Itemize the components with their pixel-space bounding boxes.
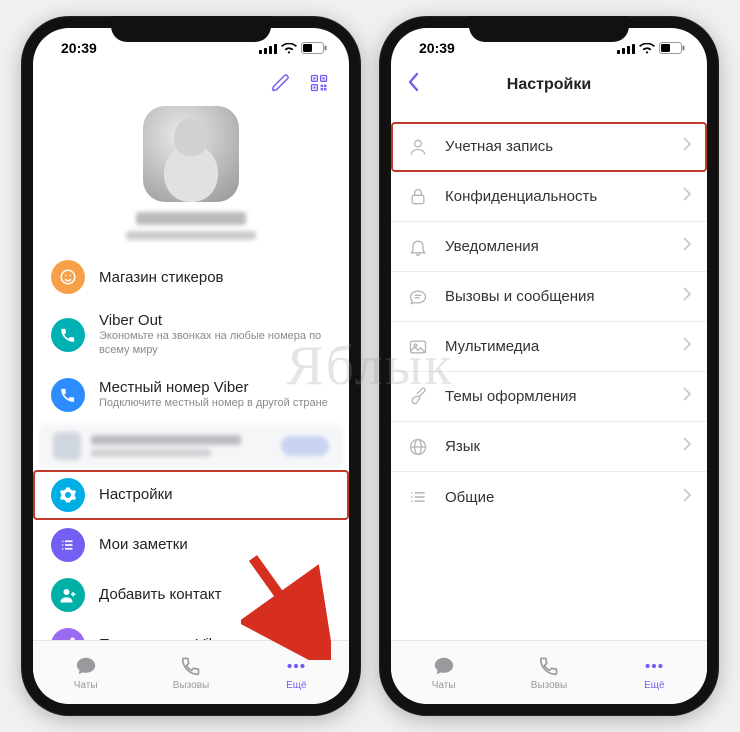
tab-label: Чаты	[432, 680, 456, 691]
share-icon	[51, 628, 85, 641]
tab-label: Вызовы	[173, 680, 209, 691]
settings-label: Темы оформления	[445, 388, 667, 405]
person-icon	[407, 137, 429, 157]
list-icon	[51, 528, 85, 562]
lock-icon	[407, 187, 429, 207]
menu-item-invite[interactable]: Пригласить в Viber	[33, 620, 349, 641]
menu-label: Пригласить в Viber	[99, 636, 331, 640]
menu-label: Магазин стикеров	[99, 269, 331, 286]
menu-label: Местный номер Viber	[99, 379, 331, 396]
tab-chats[interactable]: Чаты	[391, 641, 496, 704]
phone-local-icon	[51, 378, 85, 412]
image-icon	[407, 337, 429, 357]
settings-label: Мультимедиа	[445, 338, 667, 355]
list-icon	[407, 487, 429, 507]
tab-label: Ещё	[644, 680, 664, 691]
notch	[469, 16, 629, 42]
menu-label: Настройки	[99, 486, 331, 503]
chevron-right-icon	[683, 488, 691, 507]
gear-icon	[51, 478, 85, 512]
tab-label: Чаты	[74, 680, 98, 691]
chevron-right-icon	[683, 387, 691, 406]
profile-phone-blurred	[126, 231, 256, 240]
wifi-icon	[281, 43, 297, 54]
status-time: 20:39	[419, 40, 455, 56]
cellular-icon	[617, 43, 635, 54]
topbar-right: Настройки	[391, 68, 707, 104]
screen-right: 20:39 Настройки	[391, 28, 707, 704]
add-contact-icon	[51, 578, 85, 612]
topbar-left	[33, 68, 349, 104]
battery-icon	[301, 42, 327, 54]
settings-item-general[interactable]: Общие	[391, 472, 707, 522]
chevron-right-icon	[683, 337, 691, 356]
settings-item-notifications[interactable]: Уведомления	[391, 222, 707, 272]
menu-subtitle: Экономьте на звонках на любые номера по …	[99, 330, 331, 358]
settings-list: Учетная запись Конфиденциальность	[391, 122, 707, 522]
settings-label: Уведомления	[445, 238, 667, 255]
settings-label: Вызовы и сообщения	[445, 288, 667, 305]
tab-more[interactable]: Ещё	[244, 641, 349, 704]
battery-icon	[659, 42, 685, 54]
bottom-bar: Чаты Вызовы Ещё	[33, 640, 349, 704]
edit-icon[interactable]	[271, 73, 291, 98]
chevron-right-icon	[683, 237, 691, 256]
settings-label: Общие	[445, 489, 667, 506]
tab-more[interactable]: Ещё	[602, 641, 707, 704]
menu-subtitle: Подключите местный номер в другой стране	[99, 397, 331, 411]
ad-banner-blurred	[39, 424, 343, 468]
settings-item-account[interactable]: Учетная запись	[391, 122, 707, 172]
chat-icon	[407, 287, 429, 307]
status-time: 20:39	[61, 40, 97, 56]
menu-item-addcontact[interactable]: Добавить контакт	[33, 570, 349, 620]
chevron-right-icon	[683, 437, 691, 456]
phone-out-icon	[51, 318, 85, 352]
chevron-right-icon	[683, 187, 691, 206]
settings-label: Язык	[445, 438, 667, 455]
settings-item-media[interactable]: Мультимедиа	[391, 322, 707, 372]
menu-label: Мои заметки	[99, 536, 331, 553]
wifi-icon	[639, 43, 655, 54]
qr-icon[interactable]	[309, 73, 329, 98]
menu-item-stickers[interactable]: Магазин стикеров	[33, 252, 349, 302]
bell-icon	[407, 237, 429, 257]
menu-label: Добавить контакт	[99, 586, 331, 603]
cellular-icon	[259, 43, 277, 54]
tab-label: Вызовы	[531, 680, 567, 691]
back-button[interactable]	[407, 72, 421, 98]
notch	[111, 16, 271, 42]
settings-item-language[interactable]: Язык	[391, 422, 707, 472]
screen-left: 20:39	[33, 28, 349, 704]
menu-item-notes[interactable]: Мои заметки	[33, 520, 349, 570]
more-menu-list: Магазин стикеров Viber Out Экономьте на …	[33, 252, 349, 640]
menu-label: Viber Out	[99, 312, 331, 329]
chevron-right-icon	[683, 137, 691, 156]
status-right	[259, 42, 327, 54]
menu-item-viberout[interactable]: Viber Out Экономьте на звонках на любые …	[33, 302, 349, 368]
profile-block	[33, 104, 349, 252]
tab-calls[interactable]: Вызовы	[496, 641, 601, 704]
page-title: Настройки	[507, 76, 591, 94]
phone-left: 20:39	[21, 16, 361, 716]
tab-calls[interactable]: Вызовы	[138, 641, 243, 704]
bottom-bar: Чаты Вызовы Ещё	[391, 640, 707, 704]
brush-icon	[407, 387, 429, 407]
settings-item-calls[interactable]: Вызовы и сообщения	[391, 272, 707, 322]
settings-item-privacy[interactable]: Конфиденциальность	[391, 172, 707, 222]
settings-item-themes[interactable]: Темы оформления	[391, 372, 707, 422]
tab-label: Ещё	[286, 680, 306, 691]
smiley-icon	[51, 260, 85, 294]
phone-right: 20:39 Настройки	[379, 16, 719, 716]
menu-item-localnumber[interactable]: Местный номер Viber Подключите местный н…	[33, 368, 349, 422]
status-right	[617, 42, 685, 54]
globe-icon	[407, 437, 429, 457]
settings-label: Конфиденциальность	[445, 188, 667, 205]
profile-name-blurred	[136, 212, 246, 225]
tab-chats[interactable]: Чаты	[33, 641, 138, 704]
settings-label: Учетная запись	[445, 138, 667, 155]
menu-item-settings[interactable]: Настройки	[33, 470, 349, 520]
avatar[interactable]	[143, 106, 239, 202]
chevron-right-icon	[683, 287, 691, 306]
